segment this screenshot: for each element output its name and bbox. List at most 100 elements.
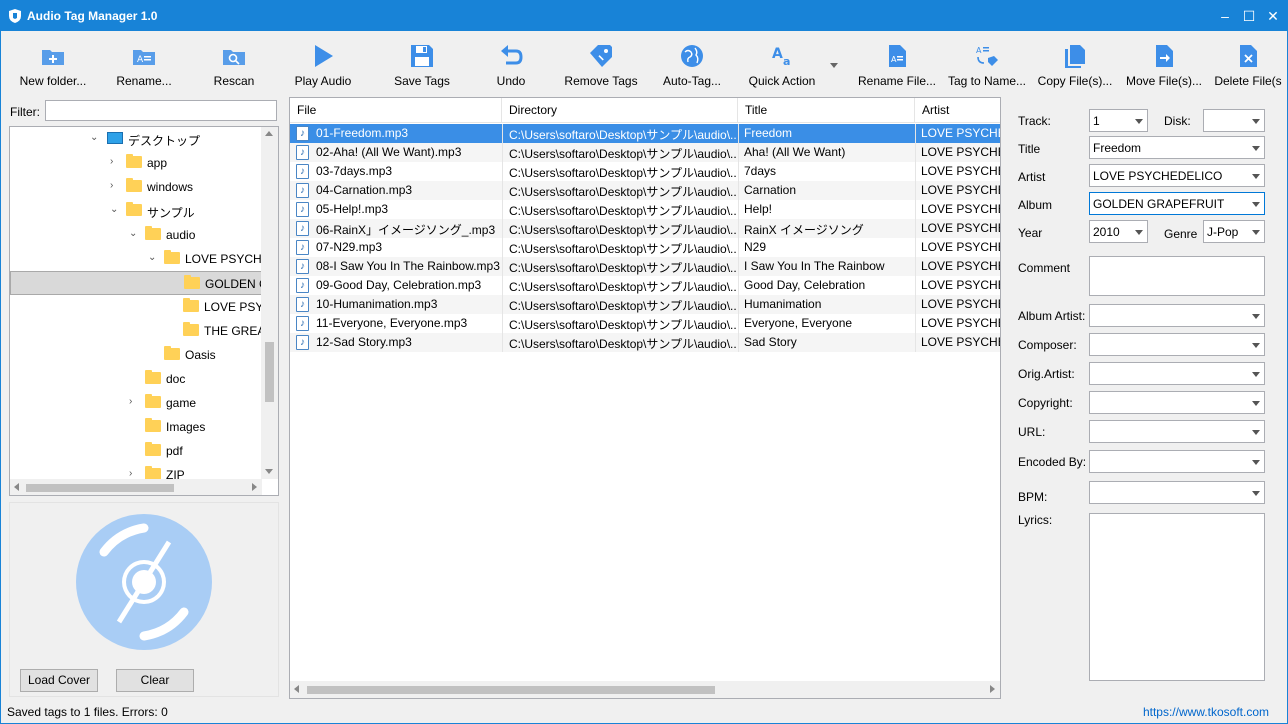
track-combo[interactable]: 1: [1089, 109, 1148, 132]
chevron-down-icon[interactable]: [1135, 119, 1143, 124]
chevron-down-icon[interactable]: [1252, 430, 1260, 435]
grid-hscroll-thumb[interactable]: [307, 686, 715, 694]
disk-combo[interactable]: [1203, 109, 1265, 132]
copyright-combo[interactable]: [1089, 391, 1265, 414]
chevron-down-icon[interactable]: [1252, 460, 1260, 465]
remove-tags-button[interactable]: Remove Tags: [561, 37, 641, 93]
lyrics-textarea[interactable]: [1089, 513, 1265, 681]
load-cover-button[interactable]: Load Cover: [20, 669, 98, 692]
tree-hscroll-thumb[interactable]: [26, 484, 174, 492]
table-row[interactable]: ♪ 10-Humanimation.mp3 C:\Users\softaro\Des…: [290, 295, 1000, 314]
chevron-right-icon[interactable]: ›: [129, 469, 139, 479]
chevron-down-icon[interactable]: [1252, 401, 1260, 406]
tree-item-pdf[interactable]: pdf: [10, 439, 262, 463]
quick-action-dropdown-icon[interactable]: [830, 63, 838, 68]
chevron-down-icon[interactable]: [1252, 372, 1260, 377]
chevron-down-icon[interactable]: [1252, 314, 1260, 319]
tree-item-images[interactable]: Images: [10, 415, 262, 439]
table-row[interactable]: ♪ 05-Help!.mp3 C:\Users\softaro\Desktop\サン…: [290, 200, 1000, 219]
composer-combo[interactable]: [1089, 333, 1265, 356]
column-header-artist[interactable]: Artist: [915, 98, 1000, 123]
tree-item-desktop[interactable]: ⌄ デスクトップ: [10, 127, 262, 151]
undo-button[interactable]: Undo: [481, 37, 541, 93]
scroll-right-icon[interactable]: [990, 685, 995, 693]
tree-item-sample[interactable]: ⌄ サンプル: [10, 199, 262, 223]
auto-tag-button[interactable]: Auto-Tag...: [657, 37, 727, 93]
title-combo[interactable]: Freedom: [1089, 136, 1265, 159]
chevron-down-icon[interactable]: [1135, 230, 1143, 235]
chevron-right-icon[interactable]: ›: [129, 397, 139, 407]
tree-item-love-psychedelico-2[interactable]: LOVE PSYCHEDELICO: [10, 295, 278, 319]
table-row[interactable]: ♪ 07-N29.mp3 C:\Users\softaro\Desktop\サンプル…: [290, 238, 1000, 257]
bpm-combo[interactable]: [1089, 481, 1265, 504]
rename-file-button[interactable]: A Rename File...: [857, 37, 937, 93]
filter-input[interactable]: [45, 100, 277, 121]
chevron-down-icon[interactable]: ⌄: [148, 253, 158, 263]
website-link[interactable]: https://www.tkosoft.com: [1143, 705, 1269, 719]
tag-to-name-button[interactable]: A Tag to Name...: [945, 37, 1029, 93]
table-row[interactable]: ♪ 03-7days.mp3 C:\Users\softaro\Desktop\サン…: [290, 162, 1000, 181]
rename-button[interactable]: A Rename...: [107, 37, 181, 93]
scroll-left-icon[interactable]: [294, 685, 299, 693]
chevron-down-icon[interactable]: ⌄: [129, 229, 139, 239]
scroll-down-icon[interactable]: [265, 469, 273, 474]
comment-textarea[interactable]: [1089, 256, 1265, 296]
tree-scroll-thumb[interactable]: [265, 342, 274, 402]
orig-artist-combo[interactable]: [1089, 362, 1265, 385]
column-header-file[interactable]: File: [290, 98, 502, 123]
scroll-left-icon[interactable]: [14, 483, 19, 491]
chevron-right-icon[interactable]: ›: [110, 181, 120, 191]
save-tags-button[interactable]: Save Tags: [387, 37, 457, 93]
url-combo[interactable]: [1089, 420, 1265, 443]
chevron-down-icon[interactable]: ⌄: [90, 133, 100, 143]
table-row[interactable]: ♪ 01-Freedom.mp3 C:\Users\softaro\Desktop\…: [290, 124, 1000, 143]
play-audio-button[interactable]: Play Audio: [287, 37, 359, 93]
encoded-by-combo[interactable]: [1089, 450, 1265, 473]
delete-files-button[interactable]: Delete File(s: [1213, 37, 1283, 93]
tree-item-oasis[interactable]: Oasis: [10, 343, 262, 367]
new-folder-button[interactable]: New folder...: [13, 37, 93, 93]
tree-item-greatest-hits[interactable]: THE GREATEST HITS: [10, 319, 278, 343]
scroll-right-icon[interactable]: [252, 483, 257, 491]
tree-horizontal-scrollbar[interactable]: [10, 479, 262, 495]
table-row[interactable]: ♪ 12-Sad Story.mp3 C:\Users\softaro\Deskto…: [290, 333, 1000, 352]
chevron-down-icon[interactable]: [1252, 202, 1260, 207]
table-row[interactable]: ♪ 02-Aha! (All We Want).mp3 C:\Users\softa…: [290, 143, 1000, 162]
genre-combo[interactable]: J-Pop: [1203, 220, 1265, 243]
table-row[interactable]: ♪ 06-RainX」イメージソング_.mp3 C:\Users\softaro\D…: [290, 219, 1000, 238]
tree-item-app[interactable]: › app: [10, 151, 262, 175]
artist-combo[interactable]: LOVE PSYCHEDELICO: [1089, 164, 1265, 187]
grid-horizontal-scrollbar[interactable]: [290, 681, 1000, 698]
table-row[interactable]: ♪ 04-Carnation.mp3 C:\Users\softaro\Deskto…: [290, 181, 1000, 200]
tree-item-game[interactable]: › game: [10, 391, 262, 415]
album-artist-combo[interactable]: [1089, 304, 1265, 327]
tree-item-golden-grapefruit[interactable]: GOLDEN GRAPEFRUIT: [10, 271, 278, 295]
chevron-down-icon[interactable]: ⌄: [110, 205, 120, 215]
chevron-down-icon[interactable]: [1252, 491, 1260, 496]
quick-action-button[interactable]: Aa Quick Action: [741, 37, 823, 93]
year-combo[interactable]: 2010: [1089, 220, 1148, 243]
chevron-down-icon[interactable]: [1252, 174, 1260, 179]
tree-item-love-psychedelico[interactable]: ⌄ LOVE PSYCHEDELICO: [10, 247, 278, 271]
move-files-button[interactable]: Move File(s)...: [1125, 37, 1203, 93]
maximize-button[interactable]: ☐: [1237, 1, 1261, 31]
tree-item-audio[interactable]: ⌄ audio: [10, 223, 262, 247]
copy-files-button[interactable]: Copy File(s)...: [1037, 37, 1113, 93]
tree-item-doc[interactable]: doc: [10, 367, 262, 391]
minimize-button[interactable]: –: [1213, 1, 1237, 31]
column-header-directory[interactable]: Directory: [502, 98, 738, 123]
close-button[interactable]: ✕: [1261, 1, 1285, 31]
rescan-button[interactable]: Rescan: [197, 37, 271, 93]
scroll-up-icon[interactable]: [265, 131, 273, 136]
chevron-down-icon[interactable]: [1252, 119, 1260, 124]
clear-cover-button[interactable]: Clear: [116, 669, 194, 692]
table-row[interactable]: ♪ 09-Good Day, Celebration.mp3 C:\Users\so…: [290, 276, 1000, 295]
chevron-right-icon[interactable]: ›: [110, 157, 120, 167]
chevron-down-icon[interactable]: [1252, 146, 1260, 151]
tree-item-windows[interactable]: › windows: [10, 175, 262, 199]
table-row[interactable]: ♪ 08-I Saw You In The Rainbow.mp3 C:\Users…: [290, 257, 1000, 276]
chevron-down-icon[interactable]: [1252, 343, 1260, 348]
tree-vertical-scrollbar[interactable]: [261, 127, 278, 479]
album-combo[interactable]: GOLDEN GRAPEFRUIT: [1089, 192, 1265, 215]
chevron-down-icon[interactable]: [1252, 230, 1260, 235]
